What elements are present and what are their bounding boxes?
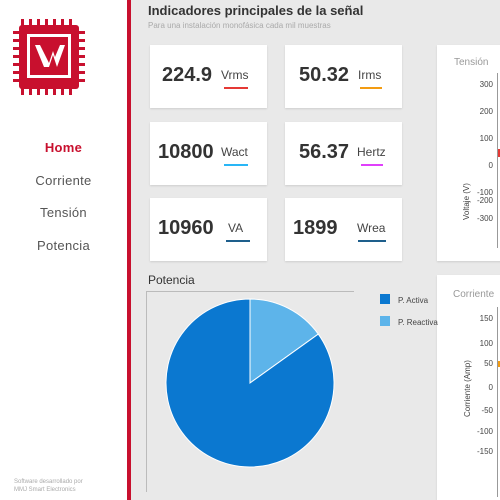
credits-line-2: MMJ Smart Electronics bbox=[14, 487, 76, 493]
indicator-card-hertz: 56.37 Hertz bbox=[285, 122, 402, 185]
sidebar: Home Corriente Tensión Potencia Software… bbox=[0, 0, 127, 500]
indicator-underline bbox=[358, 240, 386, 242]
indicator-underline bbox=[361, 164, 383, 166]
indicator-underline bbox=[360, 87, 382, 89]
indicator-value: 224.9 bbox=[162, 64, 213, 86]
nav-item-potencia[interactable]: Potencia bbox=[0, 238, 127, 253]
current-tick: -100 bbox=[476, 427, 493, 436]
indicator-unit: Wact bbox=[221, 145, 248, 159]
voltage-tick: -200 bbox=[476, 196, 493, 205]
indicator-value: 10960 bbox=[158, 217, 214, 239]
legend-swatch-reactiva bbox=[380, 316, 390, 326]
current-chart-panel: Corriente Corriente (Amp) 150 100 50 0 -… bbox=[437, 275, 500, 500]
voltage-chart-panel: Tensión Voltaje (V) 300 200 100 0 -100 -… bbox=[437, 45, 500, 261]
indicator-underline bbox=[224, 164, 248, 166]
current-tick: -50 bbox=[481, 406, 493, 415]
voltage-tick: 200 bbox=[479, 107, 493, 116]
power-section-title: Potencia bbox=[148, 273, 195, 287]
nav-item-home[interactable]: Home bbox=[0, 140, 127, 155]
indicator-value: 50.32 bbox=[299, 64, 350, 86]
current-tick: 50 bbox=[484, 359, 493, 368]
indicator-underline bbox=[224, 87, 248, 89]
voltage-tick: 100 bbox=[479, 134, 493, 143]
current-chart-title: Corriente bbox=[453, 289, 495, 300]
indicator-card-va: 10960 VA bbox=[150, 198, 267, 261]
nav-item-corriente[interactable]: Corriente bbox=[0, 173, 127, 188]
sidebar-accent-bar bbox=[127, 0, 131, 500]
current-tick: -150 bbox=[476, 447, 493, 456]
credits-line-1: Software desarrollado por bbox=[14, 479, 83, 485]
indicator-unit: Wrea bbox=[357, 221, 386, 235]
indicator-value: 10800 bbox=[158, 141, 214, 163]
current-tick: 100 bbox=[479, 339, 493, 348]
logo-chip-icon bbox=[13, 19, 85, 95]
current-tick: 150 bbox=[479, 314, 493, 323]
indicator-card-wrea: 1899 Wrea bbox=[285, 198, 402, 261]
legend-label-activa: P. Activa bbox=[398, 296, 429, 305]
legend-swatch-activa bbox=[380, 294, 390, 304]
indicator-unit: Irms bbox=[358, 68, 382, 82]
voltage-tick: -300 bbox=[476, 214, 493, 223]
indicator-card-irms: 50.32 Irms bbox=[285, 45, 402, 108]
nav-item-tension[interactable]: Tensión bbox=[0, 205, 127, 220]
indicator-value: 56.37 bbox=[299, 141, 350, 163]
current-axis-line bbox=[497, 307, 498, 497]
indicator-unit: Hertz bbox=[357, 145, 386, 159]
indicator-card-vrms: 224.9 Vrms bbox=[150, 45, 267, 108]
voltage-axis-line bbox=[497, 73, 498, 248]
voltage-chart-title: Tensión bbox=[454, 57, 489, 68]
page-subtitle: Para una instalación monofásica cada mil… bbox=[148, 21, 331, 30]
power-pie-chart bbox=[165, 298, 335, 468]
credits: Software desarrollado por MMJ Smart Elec… bbox=[14, 478, 83, 494]
indicator-value: 1899 bbox=[293, 217, 338, 239]
legend-label-reactiva: P. Reactiva bbox=[398, 318, 438, 327]
indicator-underline bbox=[226, 240, 250, 242]
indicator-unit: VA bbox=[228, 221, 244, 235]
voltage-tick: 300 bbox=[479, 80, 493, 89]
voltage-tick: 0 bbox=[488, 161, 493, 170]
indicator-card-wact: 10800 Wact bbox=[150, 122, 267, 185]
page-title: Indicadores principales de la señal bbox=[148, 3, 364, 18]
current-tick: 0 bbox=[488, 383, 493, 392]
indicator-unit: Vrms bbox=[221, 68, 249, 82]
